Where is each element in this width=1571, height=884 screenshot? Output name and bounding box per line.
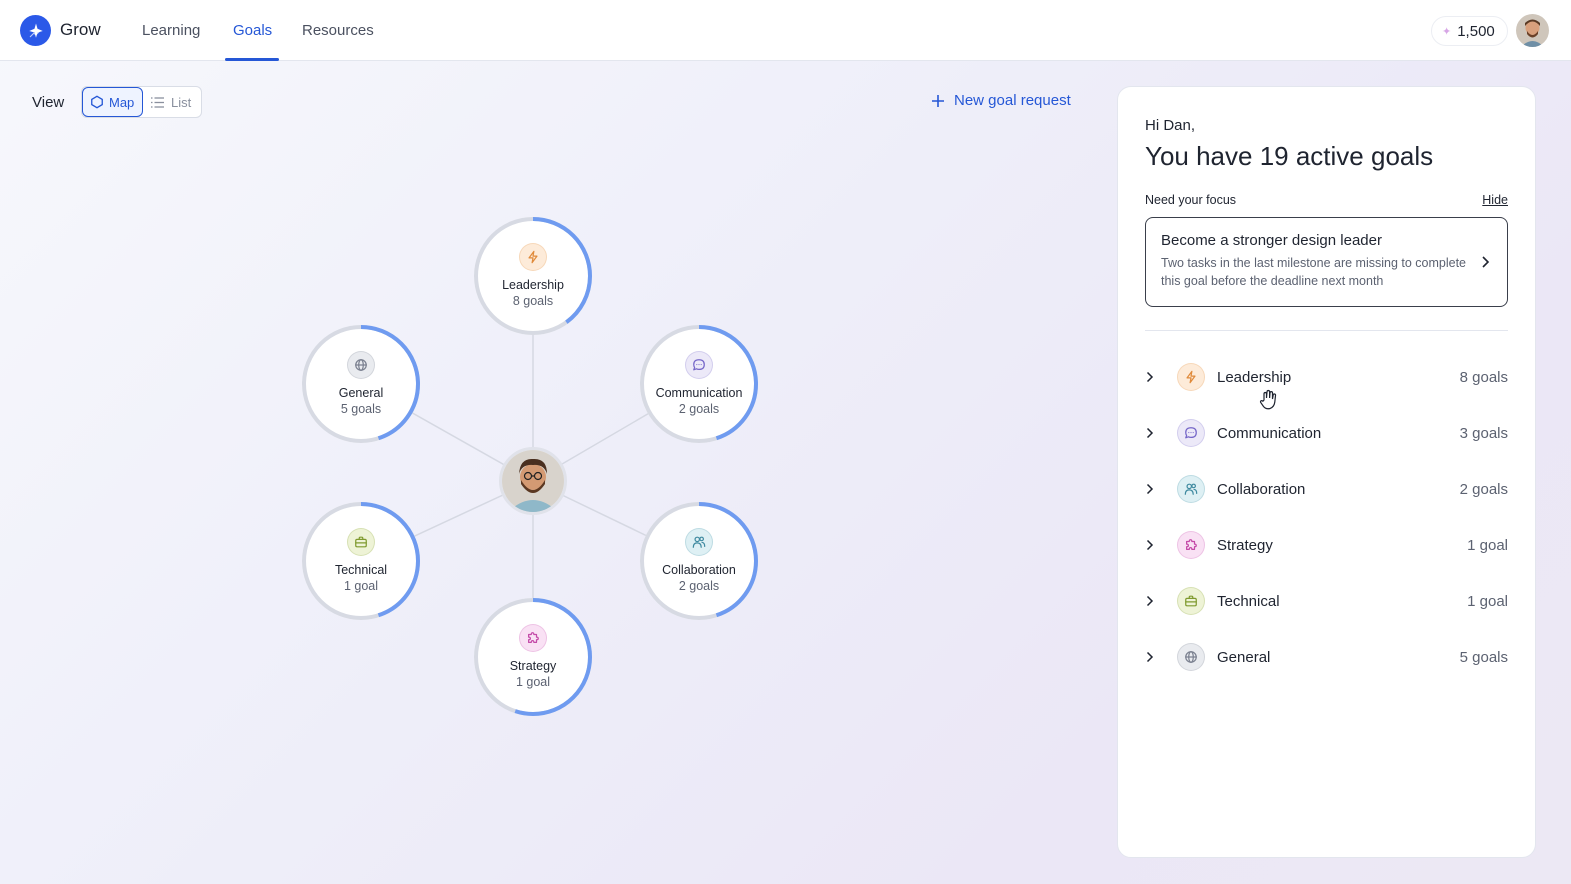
hand-cursor-icon (1258, 388, 1282, 417)
puzzle-icon (1177, 531, 1205, 559)
category-row-collaboration[interactable]: Collaboration 2 goals (1145, 461, 1508, 517)
category-count: 8 goals (1459, 368, 1508, 386)
map-view-label: Map (109, 94, 135, 110)
plus-icon (932, 94, 944, 107)
category-name: Leadership (1217, 368, 1292, 386)
active-goals-headline: You have 19 active goals (1145, 141, 1434, 171)
grow-logo-icon[interactable] (20, 15, 51, 46)
nav-goals[interactable]: Goals (233, 22, 272, 39)
category-row-strategy[interactable]: Strategy 1 goal (1145, 517, 1508, 573)
center-user-avatar[interactable] (499, 447, 567, 515)
divider (1145, 330, 1508, 331)
list-view-button[interactable]: List (150, 87, 191, 117)
focus-goal-description: Two tasks in the last milestone are miss… (1161, 256, 1466, 288)
progress-ring (640, 502, 758, 620)
category-count: 1 goal (1467, 592, 1508, 610)
list-icon (151, 96, 164, 108)
progress-ring (474, 598, 592, 716)
map-node-general[interactable]: General 5 goals (302, 325, 420, 443)
lightning-icon (1177, 363, 1205, 391)
new-goal-request-button[interactable]: New goal request (931, 92, 1071, 109)
progress-ring (474, 217, 592, 335)
list-view-label: List (171, 94, 192, 110)
category-row-general[interactable]: General 5 goals (1145, 629, 1508, 685)
category-name: Communication (1217, 424, 1322, 442)
map-view-button[interactable]: Map (82, 87, 143, 117)
category-name: Technical (1217, 592, 1280, 610)
hexagon-icon (91, 95, 103, 109)
user-avatar[interactable] (1516, 14, 1549, 47)
brand-name: Grow (60, 20, 101, 39)
chevron-right-icon[interactable] (1145, 427, 1161, 439)
map-node-communication[interactable]: Communication 2 goals (640, 325, 758, 443)
chat-bubble-icon (1177, 419, 1205, 447)
category-count: 2 goals (1459, 480, 1508, 498)
nav-resources[interactable]: Resources (302, 22, 374, 39)
map-node-strategy[interactable]: Strategy 1 goal (474, 598, 592, 716)
globe-icon (1177, 643, 1205, 671)
map-node-technical[interactable]: Technical 1 goal (302, 502, 420, 620)
top-nav-bar: Grow Learning Goals Resources ✦ 1,500 (0, 0, 1571, 61)
new-goal-label: New goal request (954, 92, 1071, 109)
nav-active-indicator (225, 58, 279, 61)
people-icon (1177, 475, 1205, 503)
points-badge[interactable]: ✦ 1,500 (1431, 16, 1508, 46)
chevron-right-icon[interactable] (1145, 483, 1161, 495)
category-row-leadership[interactable]: Leadership 8 goals (1145, 349, 1508, 405)
focus-section-label: Need your focus (1145, 193, 1237, 207)
category-name: General (1217, 648, 1271, 666)
category-name: Strategy (1217, 536, 1273, 554)
category-row-communication[interactable]: Communication 3 goals (1145, 405, 1508, 461)
view-toggle: Map List (81, 86, 202, 118)
category-name: Collaboration (1217, 480, 1306, 498)
view-label: View (32, 94, 65, 111)
focus-goal-title: Become a stronger design leader (1161, 232, 1382, 249)
map-node-leadership[interactable]: Leadership 8 goals (474, 217, 592, 335)
nav-learning[interactable]: Learning (142, 22, 200, 39)
progress-ring (640, 325, 758, 443)
chevron-right-icon[interactable] (1145, 371, 1161, 383)
points-value: 1,500 (1457, 22, 1495, 40)
progress-ring (302, 502, 420, 620)
chevron-right-icon[interactable] (1145, 539, 1161, 551)
goals-summary-panel: Hi Dan, You have 19 active goals Need yo… (1117, 86, 1536, 858)
chevron-right-icon (1480, 255, 1490, 274)
chevron-right-icon[interactable] (1145, 595, 1161, 607)
category-count: 5 goals (1459, 648, 1508, 666)
category-count: 3 goals (1459, 424, 1508, 442)
goals-map: Leadership 8 goals Communication 2 goals… (0, 120, 1100, 820)
category-list: Leadership 8 goals Communication 3 goals… (1145, 349, 1508, 685)
focus-goal-card[interactable]: Become a stronger design leader Two task… (1145, 217, 1508, 307)
hide-focus-link[interactable]: Hide (1482, 193, 1508, 207)
category-count: 1 goal (1467, 536, 1508, 554)
sparkle-icon: ✦ (1442, 25, 1452, 38)
category-row-technical[interactable]: Technical 1 goal (1145, 573, 1508, 629)
briefcase-icon (1177, 587, 1205, 615)
progress-ring (302, 325, 420, 443)
chevron-right-icon[interactable] (1145, 651, 1161, 663)
map-node-collaboration[interactable]: Collaboration 2 goals (640, 502, 758, 620)
greeting: Hi Dan, (1145, 117, 1196, 134)
